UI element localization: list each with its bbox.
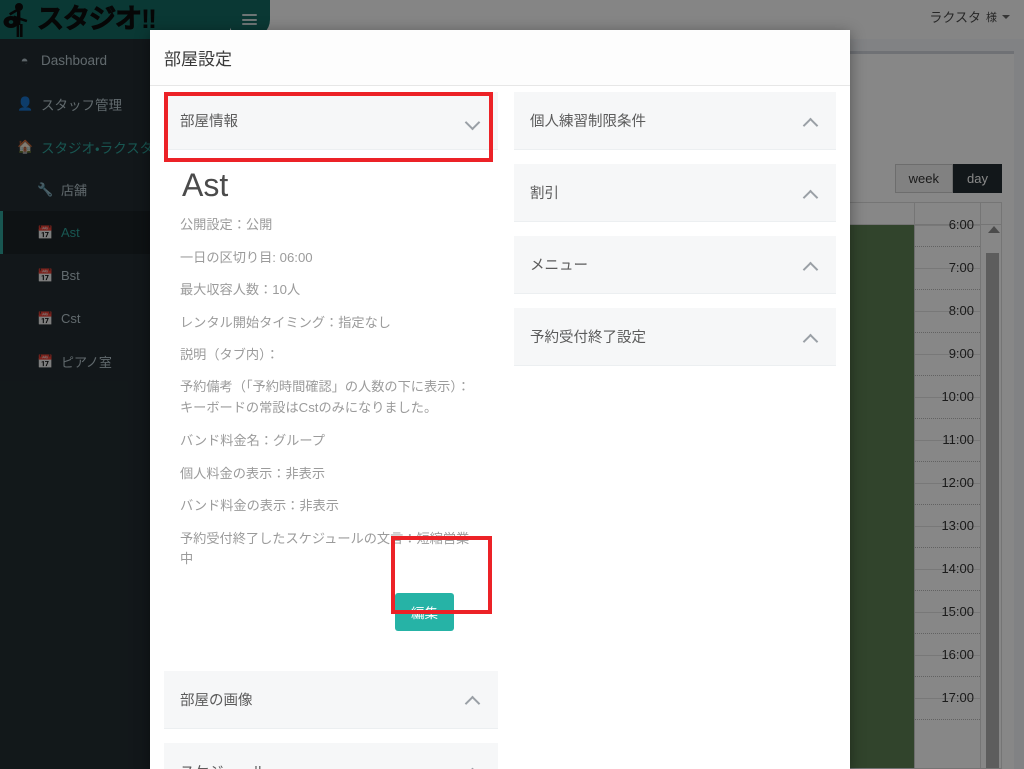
room-detail-day-boundary: 一日の区切り目: 06:00 xyxy=(180,249,313,265)
room-detail-public-setting: 公開設定：公開 xyxy=(180,217,273,233)
room-settings-modal: 部屋設定 部屋情報 Ast 公開設定：公開 一日の区切り目: 06:00 最大収… xyxy=(150,30,850,769)
panel-room-info-body: Ast 公開設定：公開 一日の区切り目: 06:00 最大収容人数：10人 レン… xyxy=(164,150,498,657)
chevron-up-icon xyxy=(804,330,818,344)
modal-left-column: 部屋情報 Ast 公開設定：公開 一日の区切り目: 06:00 最大収容人数：1… xyxy=(164,92,498,769)
panel-reservation-close-settings: 予約受付終了設定 xyxy=(514,308,836,366)
panel-room-info: 部屋情報 Ast 公開設定：公開 一日の区切り目: 06:00 最大収容人数：1… xyxy=(164,92,498,657)
chevron-up-icon xyxy=(804,186,818,200)
room-detail-max-capacity: 最大収容人数：10人 xyxy=(180,282,301,298)
room-detail-closed-schedule-text: 予約受付終了したスケジュールの文言：短縮営業中 xyxy=(180,530,470,567)
panel-room-images-header[interactable]: 部屋の画像 xyxy=(164,670,498,729)
edit-button[interactable]: 編集 xyxy=(395,592,454,631)
panel-personal-practice-restrictions: 個人練習制限条件 xyxy=(514,92,836,150)
panel-room-images: 部屋の画像 xyxy=(164,670,498,729)
modal-body: 部屋情報 Ast 公開設定：公開 一日の区切り目: 06:00 最大収容人数：1… xyxy=(150,87,850,769)
room-detail-description: 説明（タブ内）： xyxy=(180,347,279,362)
modal-right-column: 個人練習制限条件 割引 メニュー 予約受付終了設定 xyxy=(514,92,836,380)
room-detail-reservation-note: 予約備考（「予約時間確認」の人数の下に表示）：キーボードの常設はCstのみになり… xyxy=(180,379,471,415)
panel-title: 割引 xyxy=(530,186,559,202)
panel-schedule: スケジュール xyxy=(164,742,498,769)
panel-room-info-header[interactable]: 部屋情報 xyxy=(164,92,498,150)
panel-title: スケジュール xyxy=(180,761,266,769)
room-detail-rental-start-timing: レンタル開始タイミング：指定なし xyxy=(180,314,391,330)
panel-title: 予約受付終了設定 xyxy=(530,330,646,346)
panel-menu-header[interactable]: メニュー xyxy=(514,236,836,294)
chevron-up-icon xyxy=(466,692,480,706)
room-detail-personal-fee-display: 個人料金の表示：非表示 xyxy=(180,465,326,481)
room-name: Ast xyxy=(182,167,229,203)
chevron-up-icon xyxy=(804,258,818,272)
edit-button-row: 編集 xyxy=(180,583,482,647)
chevron-down-icon xyxy=(466,114,480,128)
panel-discount: 割引 xyxy=(514,164,836,222)
panel-title: 個人練習制限条件 xyxy=(530,114,646,130)
panel-title: 部屋情報 xyxy=(180,114,238,130)
panel-menu: メニュー xyxy=(514,236,836,294)
chevron-up-icon xyxy=(804,114,818,128)
panel-schedule-header[interactable]: スケジュール xyxy=(164,742,498,769)
panel-personal-practice-restrictions-header[interactable]: 個人練習制限条件 xyxy=(514,92,836,150)
room-detail-band-fee-name: バンド料金名：グループ xyxy=(180,433,325,449)
screen-root: ラクスタ 様 スタジオ !! ◓ Dashboard 👤 スタッフ管理 🏠 スタ… xyxy=(0,0,1024,769)
modal-header: 部屋設定 xyxy=(150,30,850,86)
chevron-up-icon xyxy=(466,764,480,769)
panel-reservation-close-settings-header[interactable]: 予約受付終了設定 xyxy=(514,308,836,366)
room-detail-band-fee-display: バンド料金の表示：非表示 xyxy=(180,498,339,514)
panel-discount-header[interactable]: 割引 xyxy=(514,164,836,222)
panel-title: メニュー xyxy=(530,258,588,274)
panel-title: 部屋の画像 xyxy=(180,692,253,709)
modal-title: 部屋設定 xyxy=(164,50,232,69)
